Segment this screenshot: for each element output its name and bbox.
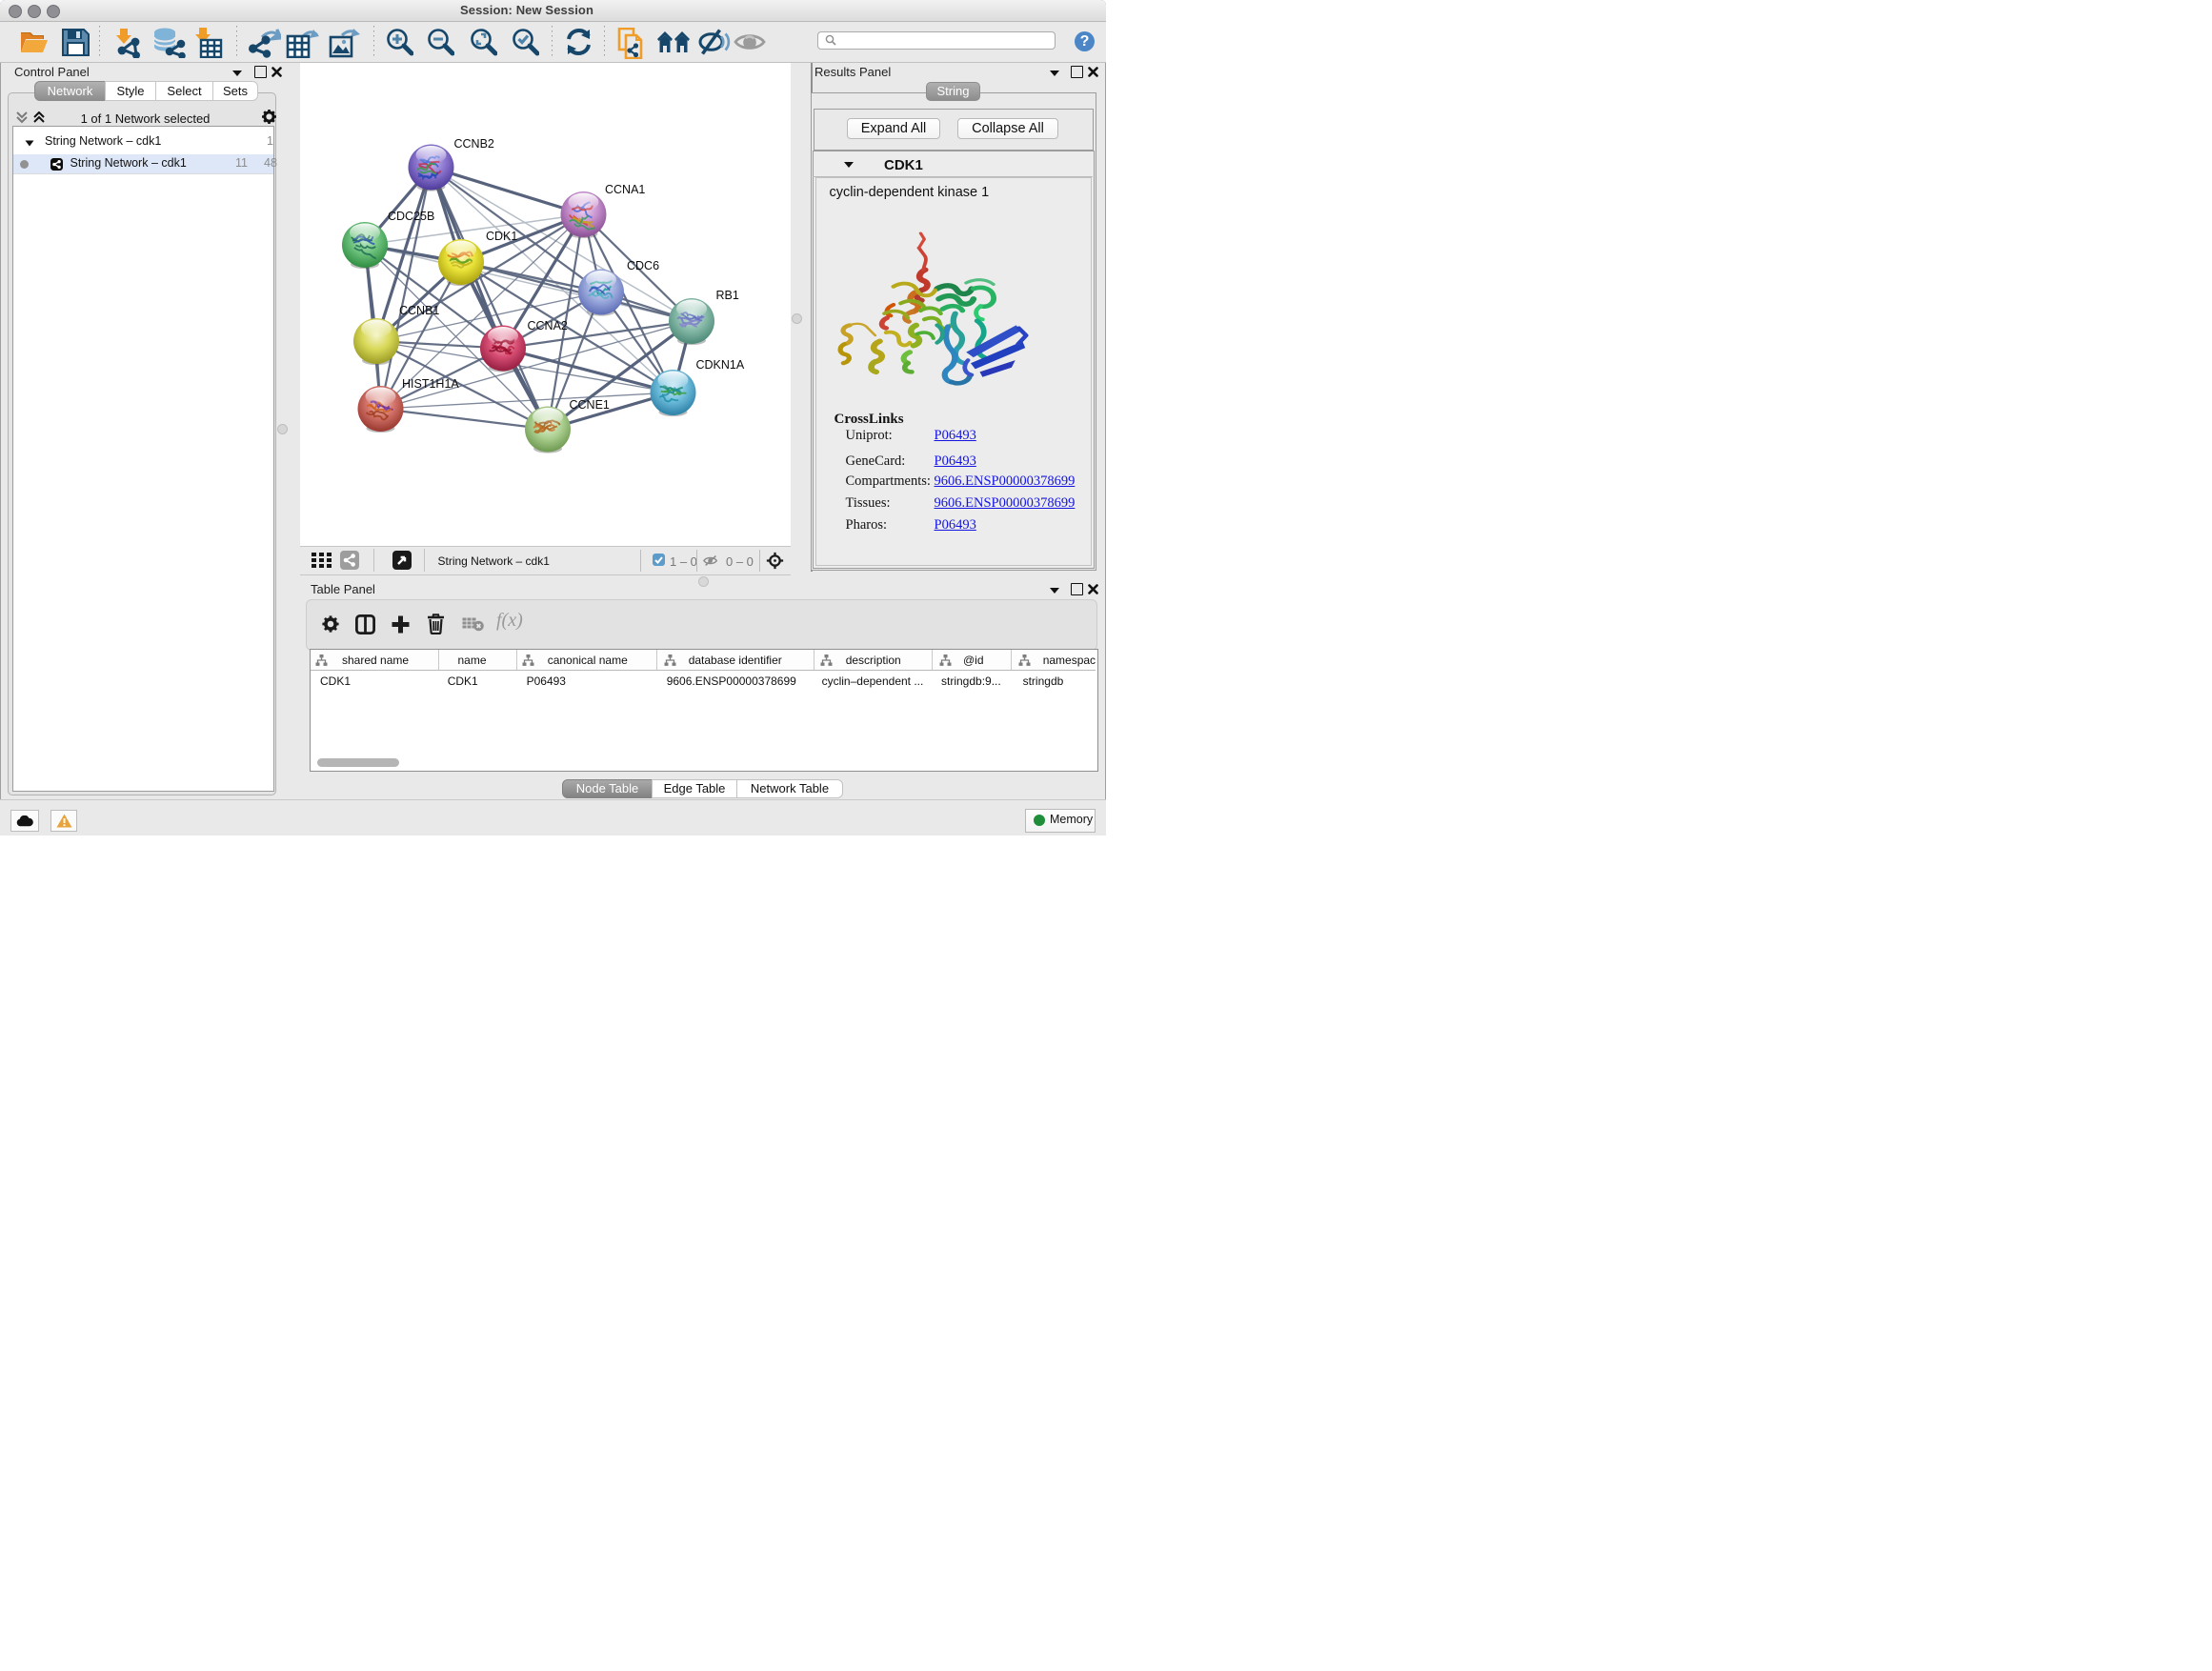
svg-text:CCNB1: CCNB1: [399, 304, 439, 317]
svg-text:HIST1H1A: HIST1H1A: [402, 377, 459, 391]
svg-text:CCNA2: CCNA2: [528, 319, 568, 332]
svg-text:RB1: RB1: [716, 289, 739, 302]
svg-text:CCNE1: CCNE1: [570, 398, 610, 412]
svg-text:CDKN1A: CDKN1A: [696, 358, 745, 372]
svg-text:CDC6: CDC6: [627, 259, 659, 272]
svg-text:CDC25B: CDC25B: [388, 210, 434, 223]
svg-text:CCNB2: CCNB2: [454, 137, 494, 151]
svg-text:CCNA1: CCNA1: [605, 183, 645, 196]
svg-text:CDK1: CDK1: [486, 230, 517, 243]
